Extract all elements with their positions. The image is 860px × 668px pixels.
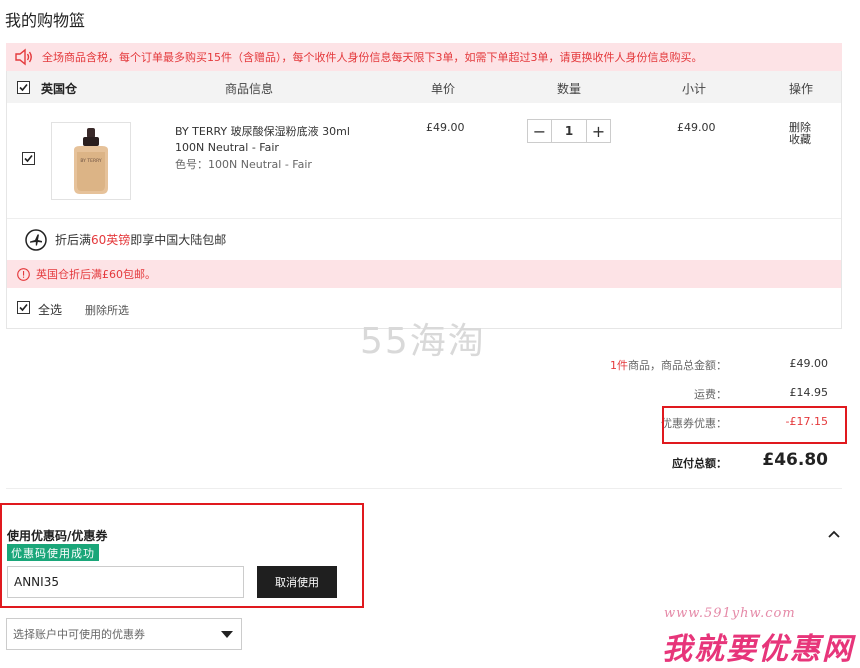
col-subtotal: 小计 (682, 82, 707, 96)
favorite-link[interactable]: 收藏 (789, 134, 811, 146)
shipping-promo-row: 折后满 60英镑 即享中国大陆包邮 (7, 219, 841, 260)
promo-title: 使用优惠码/优惠券 (7, 529, 108, 543)
cancel-promo-button[interactable]: 取消使用 (257, 566, 337, 598)
coupon-select-dropdown[interactable]: 选择账户中可使用的优惠券 (6, 618, 242, 650)
shipping-amount: 60英镑 (91, 233, 131, 247)
product-thumbnail[interactable]: BY TERRY (51, 122, 131, 200)
total-label: 应付总额： (672, 457, 727, 470)
shipping-label: 运费： (694, 388, 727, 401)
col-action: 操作 (789, 82, 814, 96)
product-color: 色号：100N Neutral - Fair (175, 158, 312, 171)
caret-down-icon (221, 631, 233, 638)
total-amount: £46.80 (762, 450, 828, 470)
col-unit-price: 单价 (431, 82, 456, 96)
chevron-up-icon[interactable] (826, 526, 842, 542)
unit-price: £49.00 (426, 121, 465, 134)
coupon-highlight-box (662, 406, 847, 444)
shipping-amount: £14.95 (789, 386, 829, 399)
exclamation-circle-icon (17, 267, 30, 281)
warehouse-label: 英国仓 (41, 82, 78, 96)
table-header: 英国仓 商品信息 单价 数量 小计 操作 (7, 71, 841, 103)
warehouse-checkbox[interactable] (17, 81, 30, 94)
delete-selected-link[interactable]: 删除所选 (85, 302, 129, 318)
site-logo-watermark: 我就要优惠网 (662, 632, 854, 667)
promo-code-section: 使用优惠码/优惠券 优惠码使用成功 取消使用 (0, 503, 364, 608)
speaker-icon (15, 48, 32, 66)
promo-code-input[interactable] (7, 566, 244, 598)
item-checkbox[interactable] (22, 152, 35, 165)
cart-box: 英国仓 商品信息 单价 数量 小计 操作 BY TERRY BY TERRY 玻… (6, 71, 842, 329)
quantity-value[interactable]: 1 (552, 120, 586, 142)
foundation-bottle-icon: BY TERRY (74, 128, 108, 194)
goods-count-line: 1件商品，商品总金额： (527, 357, 727, 373)
quantity-stepper: − 1 + (527, 119, 611, 143)
goods-count: 1件 (610, 359, 628, 372)
free-shipping-warning: 英国仓折后满£60包邮。 (7, 260, 841, 288)
airplane-icon (25, 228, 47, 251)
col-product: 商品信息 (225, 82, 274, 96)
check-icon (19, 83, 28, 92)
watermark-text: 55海淘 (360, 321, 486, 362)
coupon-select-placeholder: 选择账户中可使用的优惠券 (13, 628, 145, 641)
quantity-increase-button[interactable]: + (586, 120, 610, 142)
check-icon (24, 154, 33, 163)
shipping-pre: 折后满 (55, 233, 92, 247)
check-icon (19, 303, 28, 312)
notice-text: 全场商品含税，每个订单最多购买15件（含赠品），每个收件人身份信息每天限下3单，… (42, 51, 703, 64)
section-divider (6, 488, 842, 489)
bottle-brand: BY TERRY (80, 158, 102, 164)
quantity-decrease-button[interactable]: − (528, 120, 552, 142)
col-quantity: 数量 (557, 82, 582, 96)
page-title: 我的购物篮 (5, 11, 86, 30)
promo-success-badge: 优惠码使用成功 (7, 544, 99, 561)
item-actions: 删除 收藏 (789, 122, 811, 146)
shipping-post: 即享中国大陆包邮 (130, 233, 227, 247)
cart-item-row: BY TERRY BY TERRY 玻尿酸保湿粉底液 30ml 100N Neu… (7, 103, 841, 219)
select-all-checkbox[interactable] (17, 301, 30, 314)
goods-amount: £49.00 (789, 357, 829, 370)
site-url-watermark: www.591yhw.com (664, 606, 796, 621)
goods-count-label: 商品，商品总金额： (628, 359, 727, 372)
product-name[interactable]: BY TERRY 玻尿酸保湿粉底液 30ml 100N Neutral - Fa… (175, 124, 375, 156)
notice-banner: 全场商品含税，每个订单最多购买15件（含赠品），每个收件人身份信息每天限下3单，… (6, 43, 842, 71)
item-subtotal: £49.00 (677, 121, 716, 134)
select-all-label[interactable]: 全选 (38, 301, 62, 318)
warning-text: 英国仓折后满£60包邮。 (36, 268, 156, 281)
